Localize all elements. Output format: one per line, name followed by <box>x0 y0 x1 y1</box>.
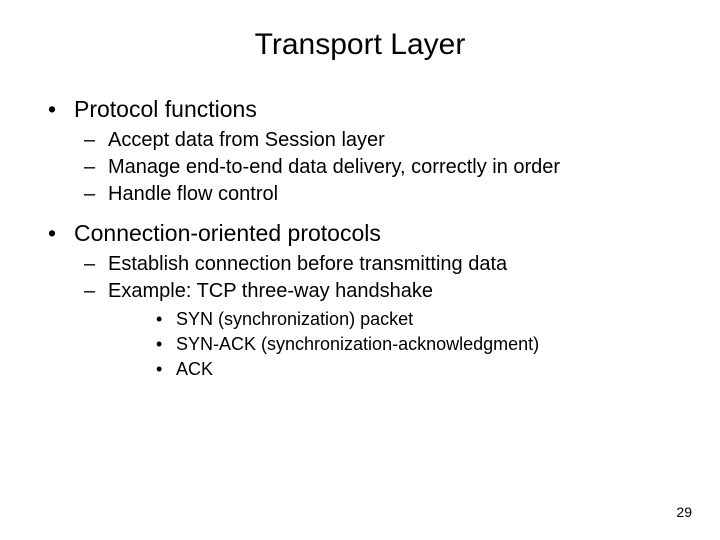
bullet-list: Establish connection before transmitting… <box>48 251 672 383</box>
bullet-text: Example: TCP three-way handshake <box>84 278 672 305</box>
list-item: Manage end-to-end data delivery, correct… <box>48 154 672 181</box>
bullet-text: Accept data from Session layer <box>84 127 672 154</box>
list-item: Protocol functions Accept data from Sess… <box>48 94 672 208</box>
bullet-text: ACK <box>156 357 672 382</box>
list-item: Handle flow control <box>48 181 672 208</box>
list-item: Establish connection before transmitting… <box>48 251 672 278</box>
list-item: Example: TCP three-way handshake SYN (sy… <box>48 278 672 383</box>
list-item: Connection-oriented protocols Establish … <box>48 218 672 383</box>
page-number: 29 <box>676 504 692 520</box>
bullet-text: Manage end-to-end data delivery, correct… <box>84 154 672 181</box>
slide: Transport Layer Protocol functions Accep… <box>0 0 720 540</box>
bullet-text: Establish connection before transmitting… <box>84 251 672 278</box>
bullet-text: Connection-oriented protocols <box>48 218 672 249</box>
bullet-text: SYN (synchronization) packet <box>156 307 672 332</box>
list-item: SYN (synchronization) packet <box>84 307 672 332</box>
bullet-list: SYN (synchronization) packet SYN-ACK (sy… <box>84 307 672 383</box>
bullet-text: Handle flow control <box>84 181 672 208</box>
bullet-list: Protocol functions Accept data from Sess… <box>48 94 672 383</box>
bullet-text: SYN-ACK (synchronization-acknowledgment) <box>156 332 672 357</box>
list-item: ACK <box>84 357 672 382</box>
list-item: Accept data from Session layer <box>48 127 672 154</box>
list-item: SYN-ACK (synchronization-acknowledgment) <box>84 332 672 357</box>
bullet-text: Protocol functions <box>48 94 672 125</box>
bullet-list: Accept data from Session layer Manage en… <box>48 127 672 208</box>
slide-title: Transport Layer <box>48 28 672 62</box>
